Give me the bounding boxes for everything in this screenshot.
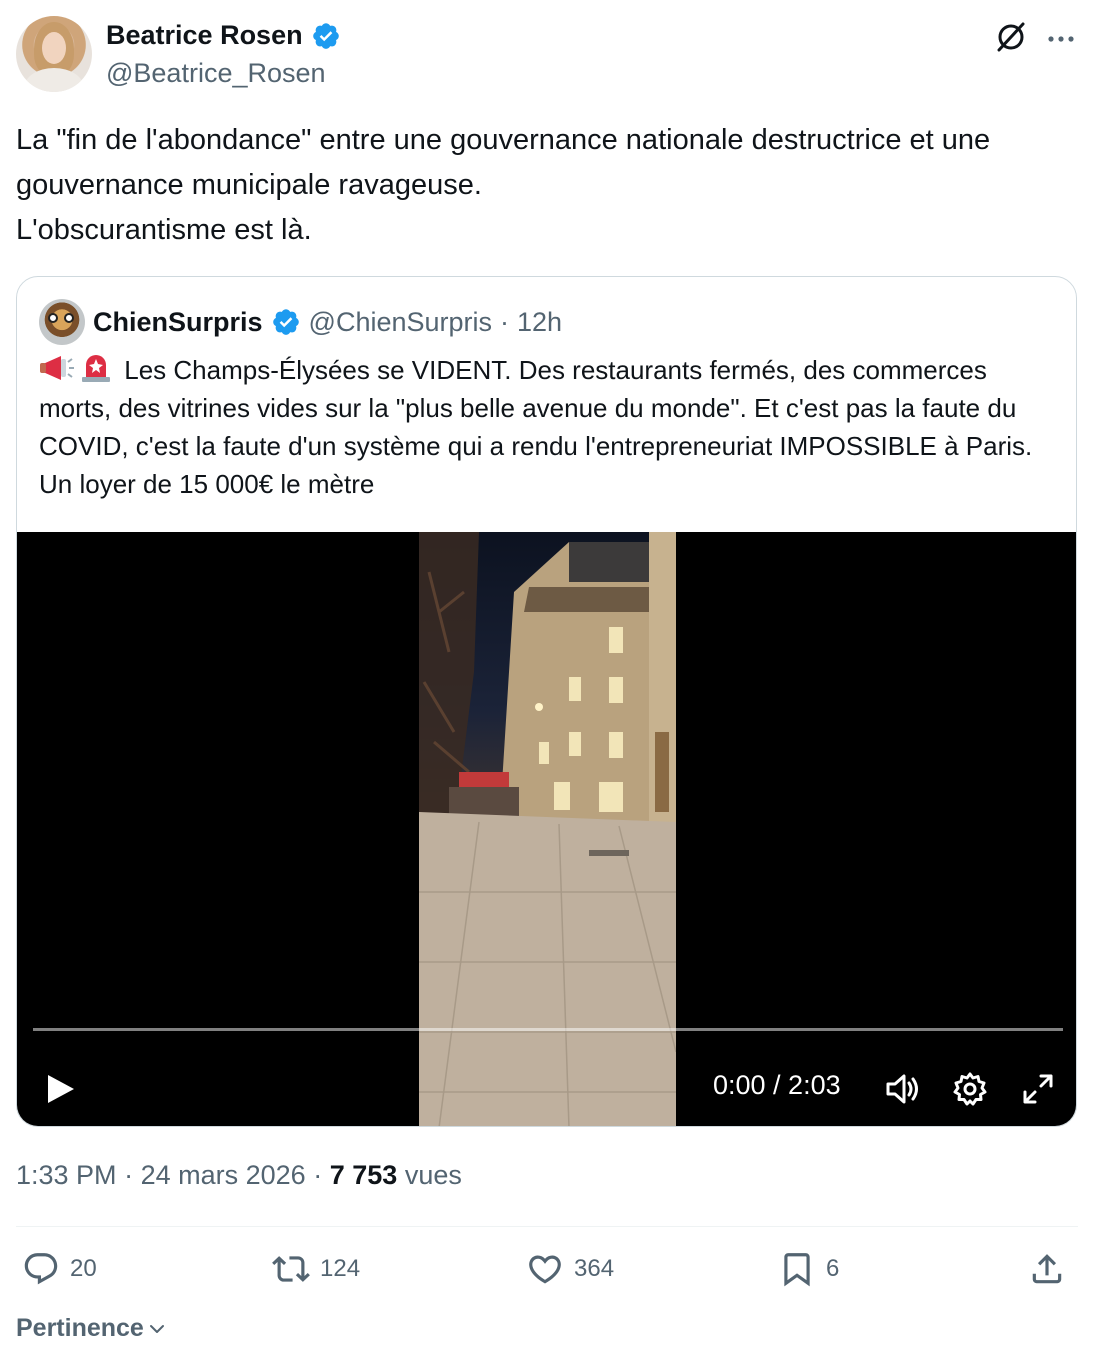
tweet-header: Beatrice Rosen @Beatrice_Rosen xyxy=(16,16,1082,94)
author-avatar[interactable] xyxy=(16,16,92,92)
separator-dot: · xyxy=(500,306,510,337)
sort-label: Pertinence xyxy=(16,1314,144,1342)
grok-icon[interactable] xyxy=(994,20,1028,54)
more-options-icon[interactable] xyxy=(1044,22,1078,56)
reply-count: 20 xyxy=(70,1255,97,1282)
verified-badge-icon[interactable] xyxy=(311,21,341,51)
action-bar: 20 124 364 6 xyxy=(16,1250,1082,1296)
replies-sort-dropdown[interactable]: Pertinence xyxy=(16,1314,168,1343)
video-time: 0:00 / 2:03 xyxy=(713,1070,841,1100)
views-count: 7 753 xyxy=(329,1160,398,1190)
like-count: 364 xyxy=(574,1255,615,1282)
author-name-row: Beatrice Rosen xyxy=(106,20,341,51)
megaphone-emoji-icon xyxy=(40,356,74,380)
video-thumbnail-image xyxy=(419,532,676,1126)
share-icon xyxy=(1032,1254,1062,1284)
quoted-header: ChienSurpris @ChienSurpris · 12h xyxy=(39,299,562,345)
play-icon[interactable] xyxy=(43,1072,77,1106)
repost-button[interactable]: 124 xyxy=(272,1250,360,1288)
tweet-meta: 1:33 PM · 24 mars 2026 · 7 753 vues xyxy=(16,1160,462,1191)
chevron-down-icon xyxy=(149,1324,164,1333)
tweet-time[interactable]: 1:33 PM xyxy=(16,1160,117,1190)
reply-icon xyxy=(24,1253,58,1285)
settings-gear-icon[interactable] xyxy=(951,1070,989,1108)
meta-dot: · xyxy=(313,1160,323,1190)
author-name[interactable]: Beatrice Rosen xyxy=(106,20,303,51)
bookmark-icon xyxy=(784,1253,810,1287)
bookmark-button[interactable]: 6 xyxy=(778,1250,839,1288)
tweet-date[interactable]: 24 mars 2026 xyxy=(141,1160,306,1190)
quoted-text: Les Champs-Élysées se VIDENT. Des restau… xyxy=(39,355,1033,499)
tweet-text: La "fin de l'abondance" entre une gouver… xyxy=(16,124,991,246)
heart-icon xyxy=(529,1255,561,1284)
bookmark-count: 6 xyxy=(826,1255,840,1282)
like-button[interactable]: 364 xyxy=(526,1250,614,1288)
repost-icon xyxy=(272,1256,310,1282)
quoted-author-handle[interactable]: @ChienSurpris xyxy=(309,307,492,338)
volume-icon[interactable] xyxy=(883,1070,921,1108)
quoted-text-block: Les Champs-Élysées se VIDENT. Des restau… xyxy=(39,351,1049,503)
share-button[interactable] xyxy=(1028,1250,1066,1288)
meta-dot: · xyxy=(124,1160,134,1190)
repost-count: 124 xyxy=(320,1255,361,1282)
views-label: vues xyxy=(404,1160,462,1190)
fullscreen-icon[interactable] xyxy=(1019,1070,1057,1108)
verified-badge-icon[interactable] xyxy=(271,307,301,337)
video-progress-bar[interactable] xyxy=(33,1028,1063,1031)
avatar-body xyxy=(24,68,84,92)
video-frame xyxy=(419,532,676,1126)
quoted-time[interactable]: 12h xyxy=(517,307,562,338)
quoted-avatar[interactable] xyxy=(39,299,85,345)
avatar-face xyxy=(42,32,66,64)
video-player[interactable]: 0:00 / 2:03 xyxy=(17,532,1076,1126)
author-handle[interactable]: @Beatrice_Rosen xyxy=(106,58,326,89)
quoted-tweet[interactable]: ChienSurpris @ChienSurpris · 12h Les Cha… xyxy=(16,276,1077,1127)
reply-button[interactable]: 20 xyxy=(22,1250,97,1288)
avatar-eye-right xyxy=(64,313,74,323)
divider xyxy=(16,1226,1078,1227)
avatar-eye-left xyxy=(48,313,58,323)
quoted-author-name[interactable]: ChienSurpris xyxy=(93,307,263,338)
police-light-emoji-icon xyxy=(82,355,110,382)
